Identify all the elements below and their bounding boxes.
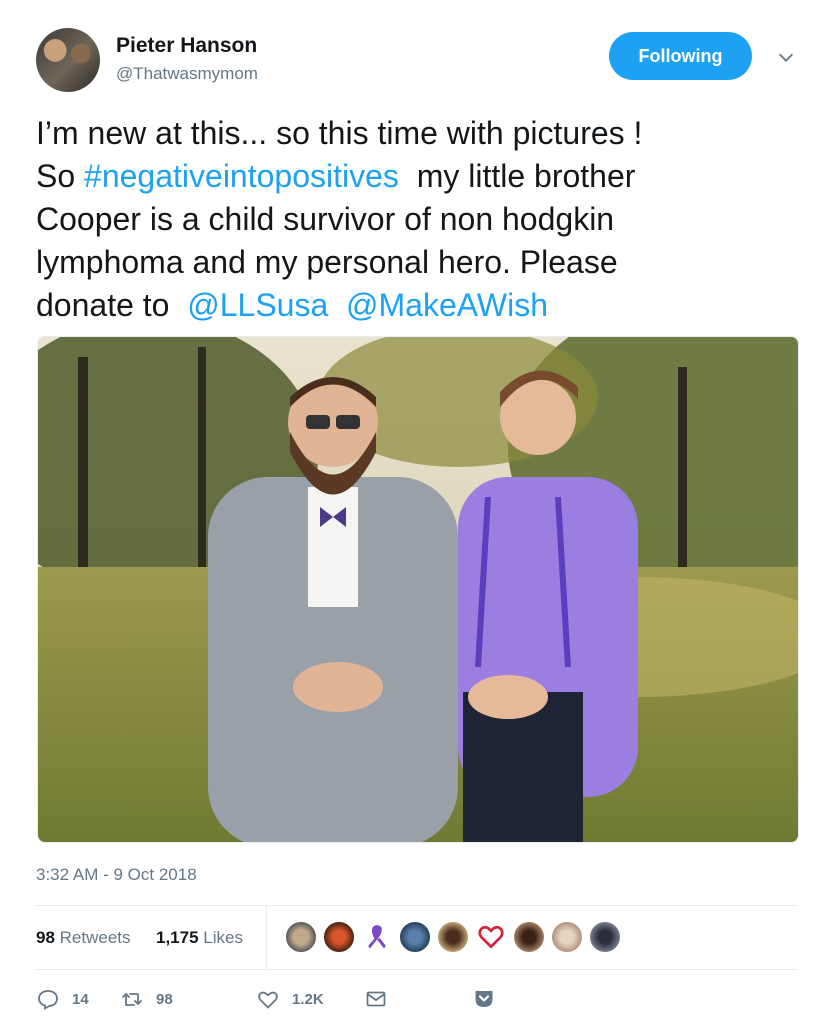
liker-avatar[interactable] (360, 920, 394, 954)
liker-avatar[interactable] (588, 920, 622, 954)
photo-illustration (38, 337, 798, 842)
divider (36, 969, 798, 970)
tweet-text: I’m new at this... so this time with pic… (36, 112, 806, 327)
stats-divider (266, 906, 267, 969)
liker-avatar[interactable] (322, 920, 356, 954)
like-count: 1.2K (292, 990, 324, 1008)
liker-avatar[interactable] (474, 920, 508, 954)
retweet-count: 98 (156, 990, 173, 1008)
heart-icon (258, 991, 278, 1009)
likes-stat[interactable]: 1,175 Likes (156, 928, 243, 948)
tweet-actions: 14 98 1.2K (36, 982, 798, 1016)
tweet-text-fragment: my little brother (398, 158, 636, 194)
retweets-label: Retweets (59, 928, 131, 947)
direct-message-button[interactable] (364, 982, 388, 1016)
tweet-text-fragment: So (36, 158, 85, 194)
hashtag-link[interactable]: #negativeintopositives (84, 158, 399, 194)
liker-avatar[interactable] (512, 920, 546, 954)
retweet-icon (122, 993, 142, 1006)
mention-link-llsusa[interactable]: @LLSusa (187, 287, 328, 323)
liker-avatar[interactable] (436, 920, 470, 954)
tweet-stats: 98 Retweets 1,175 Likes (36, 906, 798, 969)
mention-link-makeawish[interactable]: @MakeAWish (346, 287, 548, 323)
retweets-stat[interactable]: 98 Retweets (36, 928, 131, 948)
tweet-text-fragment (328, 287, 346, 323)
tweet-header: Pieter Hanson @Thatwasmymom Following (0, 0, 835, 105)
retweets-count: 98 (36, 928, 55, 947)
tweet-line: lymphoma and my personal hero. Please (36, 244, 618, 280)
heart-logo-icon (478, 925, 504, 949)
tweet-line: I’m new at this... so this time with pic… (36, 115, 643, 151)
share-icon (475, 991, 493, 1007)
ribbon-icon (368, 925, 386, 949)
likes-label: Likes (203, 928, 243, 947)
liker-avatar[interactable] (398, 920, 432, 954)
retweet-button[interactable]: 98 (120, 982, 173, 1016)
reply-button[interactable]: 14 (36, 982, 89, 1016)
avatar[interactable] (36, 28, 100, 92)
tweet-photo[interactable] (37, 336, 799, 843)
tweet-line: Cooper is a child survivor of non hodgki… (36, 201, 615, 237)
envelope-icon (366, 991, 386, 1007)
tweet-text-fragment: donate to (36, 287, 188, 323)
share-button[interactable] (472, 982, 496, 1016)
likes-count: 1,175 (156, 928, 199, 947)
following-button[interactable]: Following (609, 32, 752, 80)
like-button[interactable]: 1.2K (256, 982, 324, 1016)
tweet-timestamp[interactable]: 3:32 AM - 9 Oct 2018 (36, 865, 197, 885)
chevron-down-icon[interactable] (775, 46, 797, 68)
reply-icon (38, 990, 58, 1011)
reply-count: 14 (72, 990, 89, 1008)
tweet-line: donate to @LLSusa @MakeAWish (36, 284, 806, 327)
author-name[interactable]: Pieter Hanson (116, 34, 257, 58)
liker-avatar[interactable] (550, 920, 584, 954)
author-handle[interactable]: @Thatwasmymom (116, 64, 258, 84)
liker-avatar[interactable] (284, 920, 318, 954)
tweet-line: So #negativeintopositives my little brot… (36, 155, 806, 198)
